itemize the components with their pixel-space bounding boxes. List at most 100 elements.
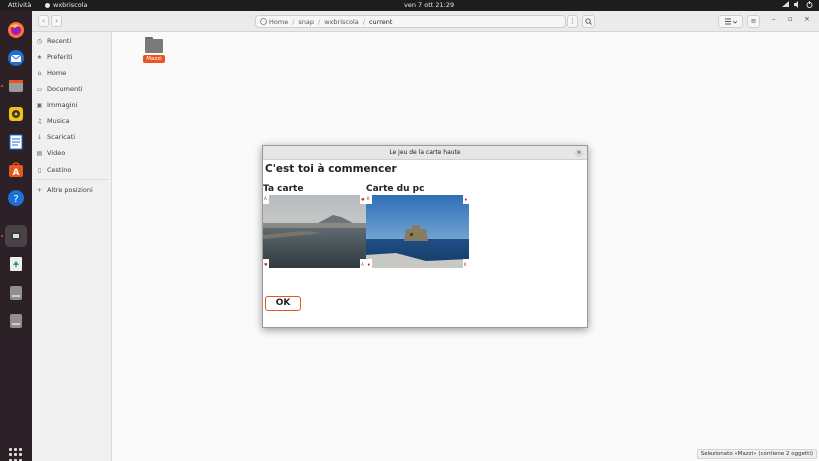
dock-running-indicator <box>1 85 3 87</box>
video-icon: ▤ <box>36 149 43 157</box>
image-icon: ▣ <box>36 101 43 109</box>
pc-card-label: Carte du pc <box>366 184 425 194</box>
search-button[interactable] <box>582 15 595 28</box>
thunderbird-icon[interactable] <box>5 47 27 69</box>
sidebar-item-home[interactable]: ⌂ Home <box>36 68 67 78</box>
dialog-close-button[interactable]: ✕ <box>575 149 583 157</box>
svg-text:♥: ♥ <box>361 197 365 202</box>
sidebar-item-documenti[interactable]: ▭ Documenti <box>36 84 83 94</box>
sidebar-item-label: Cestino <box>47 166 72 174</box>
list-view-icon <box>724 18 737 25</box>
music-icon: ♫ <box>36 117 43 125</box>
path-segment[interactable]: Home <box>269 18 288 26</box>
system-tray[interactable] <box>782 1 813 8</box>
svg-text:♥: ♥ <box>264 262 268 267</box>
path-segment[interactable]: snap <box>298 18 314 26</box>
svg-text:K: K <box>464 262 467 267</box>
header-bar: ‹ › Home / snap / wxbriscola / current ⋮… <box>32 11 819 32</box>
sidebar-item-label: Video <box>47 149 66 157</box>
firefox-icon[interactable] <box>5 19 27 41</box>
path-separator: / <box>318 17 321 26</box>
star-icon: ★ <box>36 53 43 61</box>
dialog-title: Le jeu de la carte haute <box>263 146 587 160</box>
wxbriscola-icon[interactable] <box>5 225 27 247</box>
sidebar-item-preferiti[interactable]: ★ Preferiti <box>36 52 73 62</box>
app-center-icon[interactable]: A <box>5 159 27 181</box>
clock-icon: ◷ <box>36 37 43 45</box>
sidebar-item-label: Documenti <box>47 85 83 93</box>
path-separator: / <box>362 17 365 26</box>
volume-icon <box>794 1 798 8</box>
home-icon: ⌂ <box>37 69 42 77</box>
sidebar: ◷ Recenti ★ Preferiti ⌂ Home ▭ Documenti… <box>32 32 112 461</box>
dock: A ? <box>0 11 32 461</box>
sidebar-item-immagini[interactable]: ▣ Immagini <box>36 100 78 110</box>
search-icon <box>585 18 592 25</box>
sidebar-item-label: Preferiti <box>47 53 73 61</box>
ok-button[interactable]: OK <box>265 296 301 311</box>
sidebar-item-recenti[interactable]: ◷ Recenti <box>36 36 71 46</box>
rhythmbox-icon[interactable] <box>5 103 27 125</box>
dialog-window: Le jeu de la carte haute ✕ C'est toi à c… <box>262 145 588 328</box>
svg-text:♦: ♦ <box>464 197 468 202</box>
path-segment[interactable]: wxbriscola <box>324 18 359 26</box>
svg-text:?: ? <box>13 194 18 205</box>
sidebar-item-label: Home <box>47 69 67 77</box>
dock-running-indicator <box>1 235 3 237</box>
trash-icon[interactable] <box>5 253 27 275</box>
plus-icon: + <box>36 186 43 194</box>
your-card-image: A A ♥ ♥ <box>263 195 366 268</box>
maximize-button[interactable]: ▫ <box>788 15 793 23</box>
svg-text:A: A <box>361 262 364 267</box>
app-menu-label: wxbriscola <box>53 1 88 9</box>
sidebar-item-altre-posizioni[interactable]: + Altre posizioni <box>36 185 93 195</box>
sidebar-item-video[interactable]: ▤ Video <box>36 148 66 158</box>
back-button[interactable]: ‹ <box>38 15 49 27</box>
forward-button[interactable]: › <box>51 15 62 27</box>
drive-icon[interactable] <box>5 310 27 332</box>
svg-text:♦: ♦ <box>367 262 371 267</box>
svg-text:A: A <box>13 168 20 178</box>
clock[interactable]: ven 7 ott 21:29 <box>404 1 454 9</box>
dialog-heading: C'est toi à commencer <box>265 163 397 175</box>
sidebar-item-label: Altre posizioni <box>47 186 93 194</box>
sidebar-divider <box>36 179 108 180</box>
sidebar-item-musica[interactable]: ♫ Musica <box>36 116 70 126</box>
sidebar-item-label: Recenti <box>47 37 72 45</box>
sidebar-item-label: Musica <box>47 117 70 125</box>
files-icon[interactable] <box>5 75 27 97</box>
writer-icon[interactable] <box>5 131 27 153</box>
folder-label: Mazzi <box>143 55 165 63</box>
path-menu-button[interactable]: ⋮ <box>567 15 578 28</box>
folder-icon <box>145 37 163 53</box>
sidebar-item-label: Scaricati <box>47 133 76 141</box>
path-bar[interactable]: Home / snap / wxbriscola / current <box>255 15 566 28</box>
close-button[interactable]: × <box>804 15 810 23</box>
document-icon: ▭ <box>36 85 43 93</box>
download-icon: ↓ <box>36 133 43 141</box>
help-icon[interactable]: ? <box>5 187 27 209</box>
sidebar-item-scaricati[interactable]: ↓ Scaricati <box>36 132 75 142</box>
app-menu-icon <box>45 2 50 8</box>
svg-text:A: A <box>264 196 267 201</box>
activities-button[interactable]: Attività <box>8 1 31 9</box>
top-bar: Attività wxbriscola ven 7 ott 21:29 <box>0 0 819 11</box>
path-separator: / <box>292 17 295 26</box>
path-segment-current[interactable]: current <box>369 18 392 26</box>
your-card-label: Ta carte <box>263 184 304 194</box>
main-menu-button[interactable]: ≡ <box>747 15 760 28</box>
show-apps-icon[interactable] <box>9 448 23 461</box>
drive-icon[interactable] <box>5 282 27 304</box>
pc-card-image: K K ♦ ♦ <box>366 195 469 268</box>
view-options-button[interactable] <box>718 15 743 28</box>
sidebar-item-label: Immagini <box>47 101 78 109</box>
sidebar-item-cestino[interactable]: ▯ Cestino <box>36 165 72 175</box>
minimize-button[interactable]: – <box>772 15 776 23</box>
power-icon <box>806 1 813 8</box>
status-bar: Selezionato «Mazzi» (contiene 2 oggetti) <box>696 449 817 459</box>
app-menu[interactable]: wxbriscola <box>45 1 88 9</box>
home-icon <box>260 18 267 25</box>
svg-text:K: K <box>367 196 370 201</box>
network-icon <box>782 1 789 7</box>
trash-icon: ▯ <box>37 166 42 174</box>
